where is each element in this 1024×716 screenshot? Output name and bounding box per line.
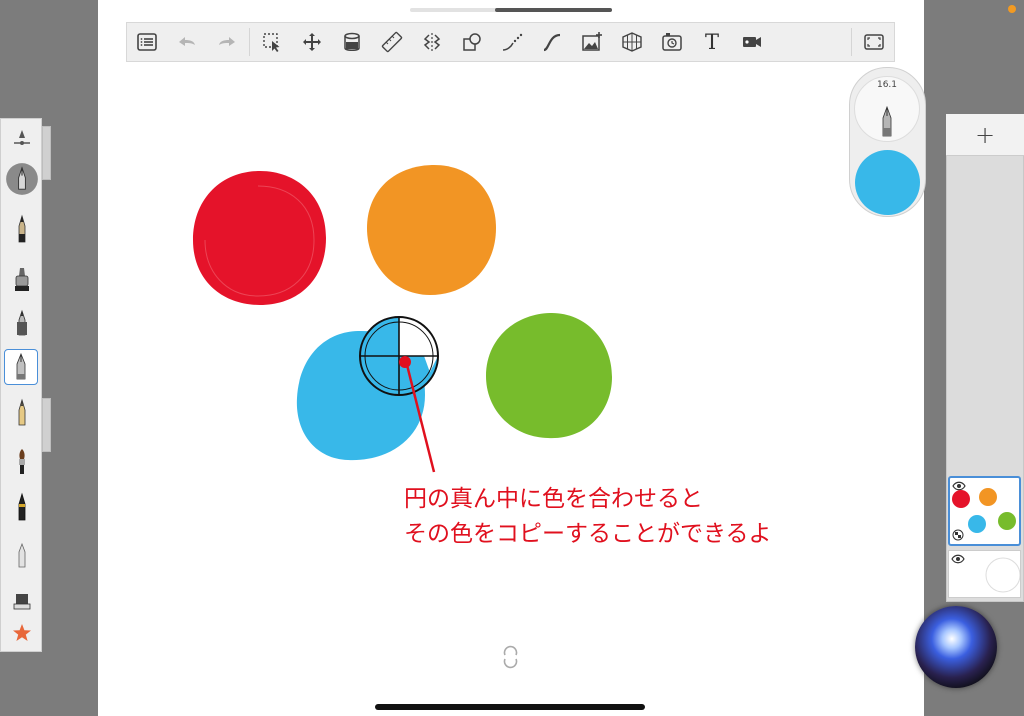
orange-circle xyxy=(367,164,496,295)
blend-mode-icon xyxy=(952,529,964,541)
green-circle xyxy=(486,312,612,439)
layer-thumbnail-background[interactable] xyxy=(948,550,1021,598)
layer-thumbnail-colors[interactable] xyxy=(948,476,1021,546)
brush-size-value: 16.1 xyxy=(876,80,898,90)
annotation-line-1: 円の真ん中に色を合わせると xyxy=(404,486,703,512)
annotation-pointer-dot xyxy=(399,356,411,368)
home-indicator[interactable] xyxy=(375,704,645,710)
annotation-line-2: その色をコピーすることができるよ xyxy=(404,521,772,547)
eye-icon xyxy=(952,481,966,491)
eyedropper-loupe xyxy=(359,316,439,396)
eye-icon xyxy=(951,554,965,564)
siri-orb[interactable] xyxy=(915,606,997,688)
annotation-text: 円の真ん中に色を合わせると その色をコピーすることができるよ xyxy=(404,482,772,552)
brush-preview-icon xyxy=(882,106,892,137)
add-layer-button[interactable]: + xyxy=(946,114,1024,156)
red-circle xyxy=(193,170,326,305)
layer-preview xyxy=(951,554,1021,593)
layer-preview xyxy=(952,481,1016,541)
current-color-swatch[interactable] xyxy=(855,150,920,215)
sync-icon xyxy=(503,645,518,669)
status-indicator-dot xyxy=(1008,5,1016,13)
